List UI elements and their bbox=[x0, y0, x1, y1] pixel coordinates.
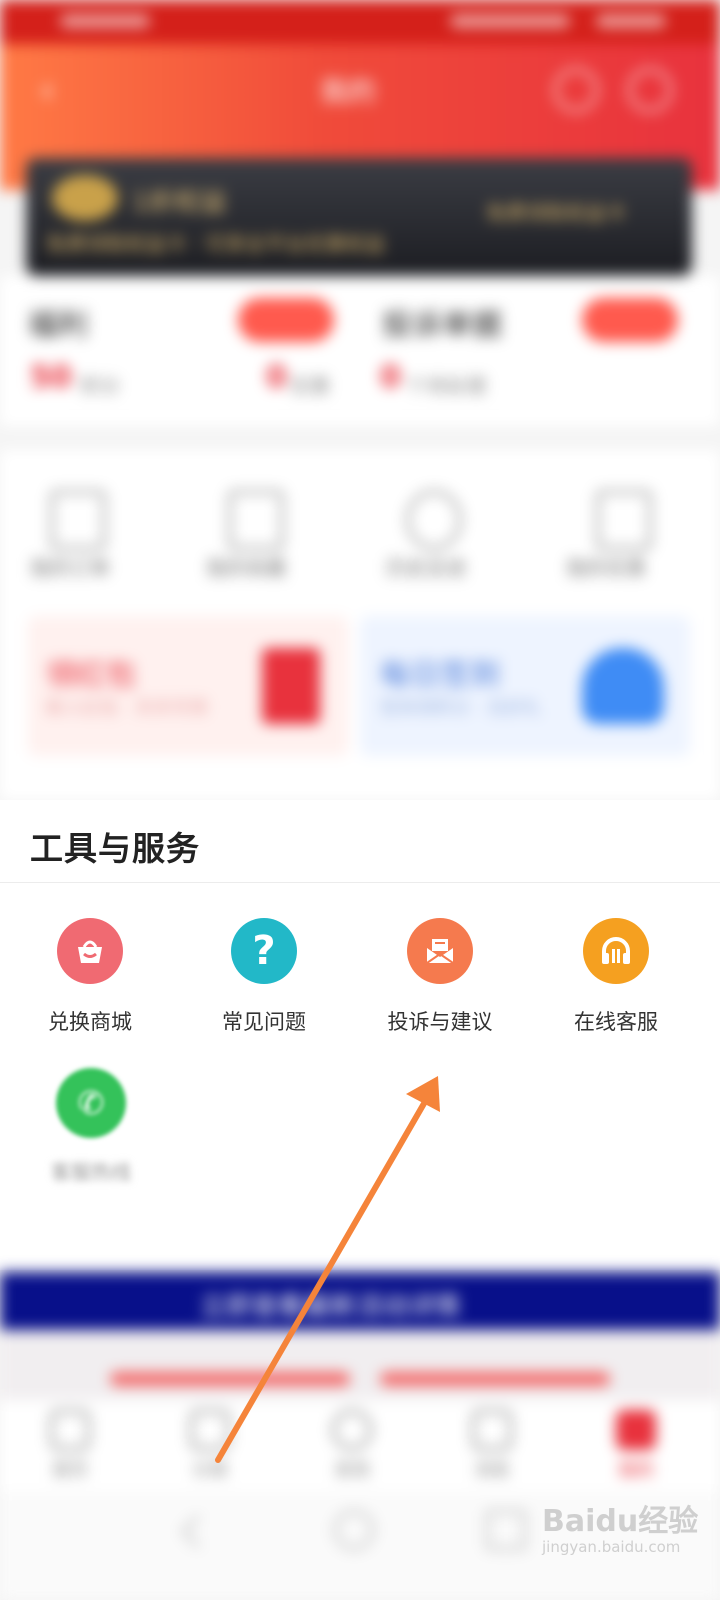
annotation-arrow bbox=[215, 1076, 440, 1463]
